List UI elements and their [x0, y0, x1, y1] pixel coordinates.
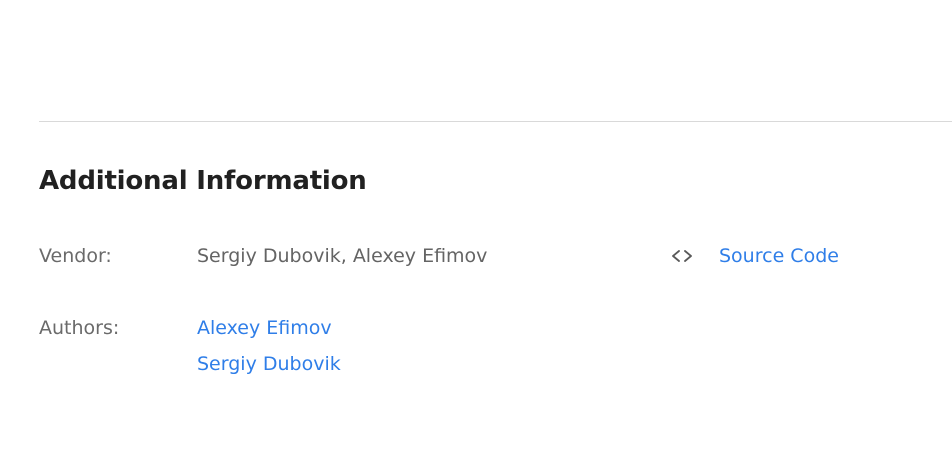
author-link-alexey-efimov[interactable]: Alexey Efimov [197, 316, 332, 340]
vendor-label: Vendor: [39, 245, 112, 267]
author-link-sergiy-dubovik[interactable]: Sergiy Dubovik [197, 352, 341, 376]
vendor-value: Sergiy Dubovik, Alexey Efimov [197, 245, 488, 267]
section-divider [39, 121, 952, 122]
code-brackets-icon [672, 250, 692, 262]
authors-label: Authors: [39, 317, 120, 339]
section-title: Additional Information [39, 166, 367, 196]
page: Additional Information Vendor: Sergiy Du… [0, 0, 952, 450]
source-code-link[interactable]: Source Code [719, 244, 839, 268]
